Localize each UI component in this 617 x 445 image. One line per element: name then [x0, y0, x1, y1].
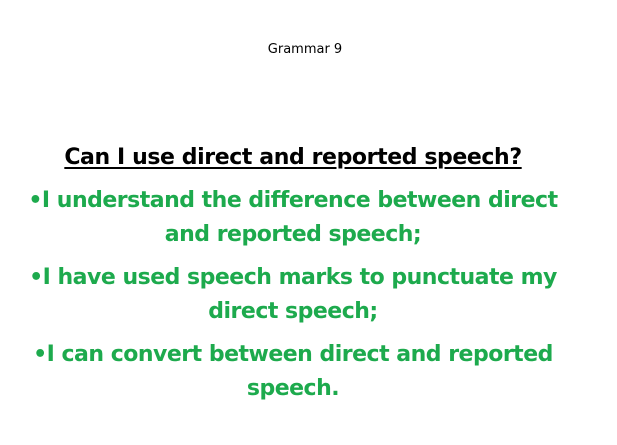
criterion-difference: •I understand the difference between dir… — [28, 188, 558, 247]
grammar-label: Grammar 9 — [267, 42, 343, 57]
success-criteria-list: •I understand the difference between dir… — [28, 184, 558, 415]
question-heading: Can I use direct and reported speech? — [64, 145, 522, 170]
criterion-convert: •I can convert between direct and report… — [33, 342, 553, 401]
slide: Grammar 9 Can I use direct and reported … — [0, 0, 617, 445]
criterion-speech-marks: •I have used speech marks to punctuate m… — [29, 265, 557, 324]
